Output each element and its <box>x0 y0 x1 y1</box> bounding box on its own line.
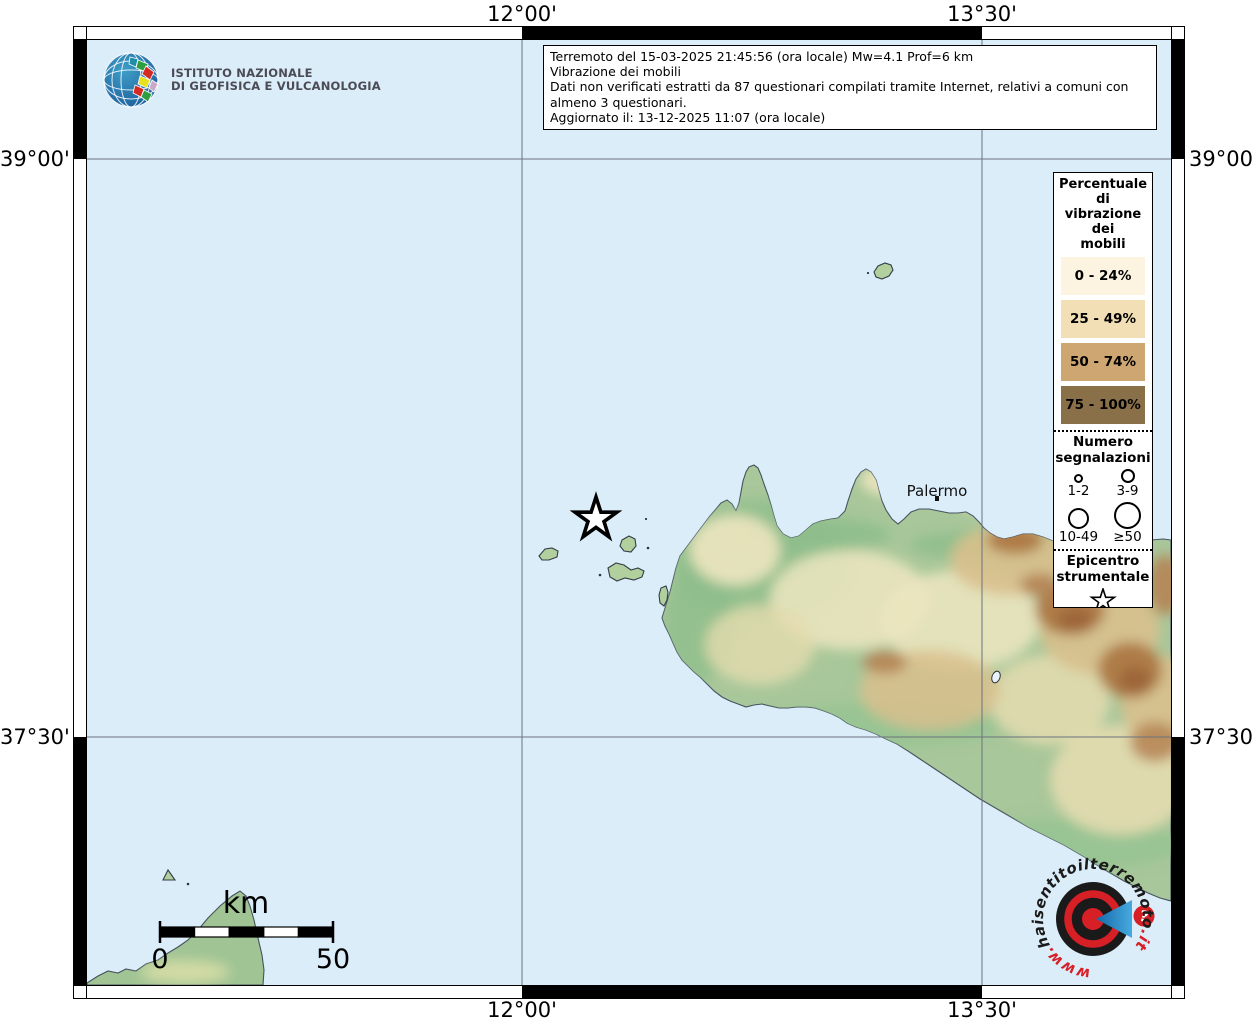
event-info-box: Terremoto del 15-03-2025 21:45:56 (ora l… <box>543 45 1157 130</box>
axis-label-right-lat1: 39°00' <box>1189 147 1255 171</box>
frame-segment-black <box>74 737 86 985</box>
legend-class-label: 50 - 74% <box>1070 354 1136 370</box>
legend-separator <box>1054 430 1152 432</box>
legend-class-label: 75 - 100% <box>1065 397 1141 413</box>
epicenter-star-icon <box>1088 588 1118 608</box>
palermo-city-label: Palermo <box>895 482 979 500</box>
frame-segment-black <box>1172 737 1184 985</box>
signal-item: 3-9 <box>1103 469 1152 500</box>
legend-title-line: Percentuale <box>1054 177 1152 192</box>
hsit-logo: ? www.haisentitoilterremoto.it <box>1018 845 1170 985</box>
signal-item: ≥50 <box>1103 500 1152 546</box>
ingv-logo: ISTITUTO NAZIONALE DI GEOFISICA E VULCAN… <box>103 52 381 108</box>
frame-segment-black <box>522 986 982 998</box>
signals-grid: 1-2 3-9 10-49 ≥50 <box>1054 469 1152 546</box>
axis-label-right-lat2: 37°30' <box>1189 725 1255 749</box>
sea-area <box>87 40 1171 985</box>
epicenter-title-line: Epicentro <box>1054 553 1152 569</box>
legend-title-line: vibrazione <box>1054 207 1152 222</box>
scale-start-label: 0 <box>141 944 179 975</box>
signal-circle-icon <box>1121 469 1135 483</box>
signal-item: 10-49 <box>1054 500 1103 546</box>
ingv-logo-text: ISTITUTO NAZIONALE DI GEOFISICA E VULCAN… <box>171 67 381 94</box>
legend-title-line: mobili <box>1054 237 1152 252</box>
legend-title-line: dei <box>1054 222 1152 237</box>
ingv-logo-line1: ISTITUTO NAZIONALE <box>171 67 381 81</box>
signal-circle-icon <box>1114 502 1141 529</box>
ingv-globe-icon <box>103 52 161 108</box>
legend-separator <box>1054 549 1152 551</box>
signal-circle-icon <box>1074 474 1083 483</box>
axis-label-bottom-lon1: 12°00' <box>462 998 582 1022</box>
legend-class-label: 25 - 49% <box>1070 311 1136 327</box>
scale-end-label: 50 <box>311 944 355 975</box>
frame-segment-black <box>74 40 86 159</box>
legend-title-line: di <box>1054 192 1152 207</box>
axis-label-left-lat2: 37°30' <box>0 725 69 749</box>
scale-unit-label: km <box>211 886 281 921</box>
map-canvas <box>87 40 1171 985</box>
legend-class-swatch: 25 - 49% <box>1061 300 1145 338</box>
signal-label: 1-2 <box>1067 483 1089 500</box>
event-title: Terremoto del 15-03-2025 21:45:56 (ora l… <box>550 49 1150 64</box>
signals-title-line: Numero <box>1054 434 1152 450</box>
signals-title-line: segnalazioni <box>1054 450 1152 466</box>
epicenter-title-line: strumentale <box>1054 569 1152 585</box>
signal-label: ≥50 <box>1113 529 1142 546</box>
frame-corner <box>73 985 87 999</box>
axis-label-top-lon2: 13°30' <box>922 2 1042 26</box>
axis-label-left-lat1: 39°00' <box>0 147 69 171</box>
signal-circle-icon <box>1068 508 1089 529</box>
legend-class-swatch: 0 - 24% <box>1061 257 1145 295</box>
frame-segment-black <box>522 27 982 39</box>
frame-segment-black <box>1172 40 1184 159</box>
signal-label: 3-9 <box>1116 483 1138 500</box>
frame-corner <box>1171 985 1185 999</box>
legend-class-swatch: 75 - 100% <box>1061 386 1145 424</box>
axis-label-bottom-lon2: 13°30' <box>922 998 1042 1022</box>
legend-class-label: 0 - 24% <box>1075 268 1132 284</box>
frame-corner <box>73 26 87 40</box>
hsit-text-tld: .it <box>1131 928 1156 954</box>
axis-label-top-lon1: 12°00' <box>462 2 582 26</box>
frame-corner <box>1171 26 1185 40</box>
event-data-note: Dati non verificati estratti da 87 quest… <box>550 79 1150 109</box>
event-subtitle: Vibrazione dei mobili <box>550 64 1150 79</box>
signal-item: 1-2 <box>1054 469 1103 500</box>
legend-class-swatch: 50 - 74% <box>1061 343 1145 381</box>
earthquake-map-screen: Palermo km 0 50 <box>0 0 1255 1024</box>
ingv-logo-line2: DI GEOFISICA E VULCANOLOGIA <box>171 80 381 94</box>
legend-box: Percentuale di vibrazione dei mobili 0 -… <box>1053 172 1153 608</box>
event-updated: Aggiornato il: 13-12-2025 11:07 (ora loc… <box>550 110 1150 125</box>
signal-label: 10-49 <box>1059 529 1098 546</box>
